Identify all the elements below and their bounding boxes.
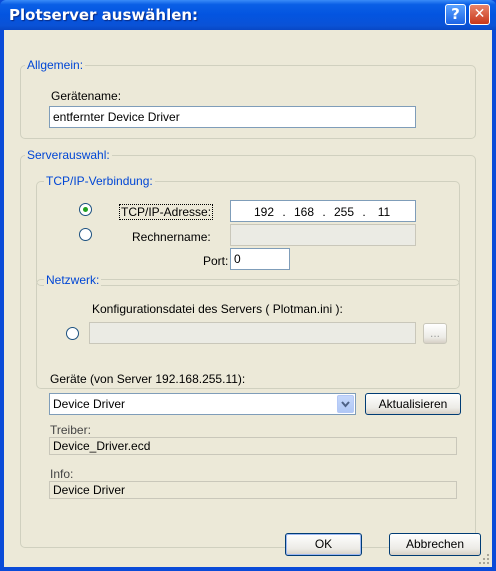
dialog-body: Allgemein: Gerätename: entfernter Device…	[4, 30, 492, 567]
ip-octet-2: 168	[293, 205, 315, 219]
dialog-title: Plotserver auswählen:	[9, 6, 199, 24]
rechnername-input[interactable]	[230, 224, 416, 246]
geraete-select-value: Device Driver	[53, 397, 126, 411]
browse-button[interactable]: ...	[423, 323, 447, 344]
ok-button[interactable]: OK	[285, 533, 362, 556]
config-file-input[interactable]	[89, 322, 416, 344]
chevron-down-icon[interactable]	[337, 395, 354, 413]
port-input[interactable]: 0	[230, 248, 290, 270]
ip-address-input[interactable]: 192 . 168 . 255 . 11	[230, 200, 416, 222]
resize-grip-icon[interactable]	[478, 553, 490, 565]
config-file-label: Konfigurationsdatei des Servers ( Plotma…	[92, 302, 343, 316]
geraetename-input[interactable]: entfernter Device Driver	[49, 106, 416, 128]
netzwerk-radio[interactable]	[66, 327, 79, 340]
help-icon[interactable]: ?	[445, 4, 466, 25]
dialog-window: Plotserver auswählen: ? ✕ Allgemein: Ger…	[0, 0, 496, 571]
ip-octet-3: 255	[333, 205, 355, 219]
group-tcpip-legend: TCP/IP-Verbindung:	[44, 174, 155, 188]
rechnername-label: Rechnername:	[132, 230, 211, 244]
aktualisieren-button[interactable]: Aktualisieren	[365, 393, 461, 415]
title-bar[interactable]: Plotserver auswählen: ? ✕	[0, 0, 496, 30]
treiber-value: Device_Driver.ecd	[49, 437, 457, 455]
close-icon[interactable]: ✕	[469, 4, 490, 25]
info-label: Info:	[50, 467, 74, 481]
tcpip-address-label: TCP/IP-Adresse:	[119, 204, 214, 220]
treiber-label: Treiber:	[50, 423, 91, 437]
geraete-select[interactable]: Device Driver	[49, 393, 356, 415]
port-label: Port:	[203, 254, 229, 268]
group-allgemein-legend: Allgemein:	[25, 58, 86, 72]
ip-octet-1: 192	[253, 205, 275, 219]
radio-selected-dot	[83, 207, 88, 212]
geraetename-label: Gerätename:	[51, 89, 122, 103]
ip-octet-4: 11	[377, 205, 391, 219]
info-value: Device Driver	[49, 481, 457, 499]
cancel-button[interactable]: Abbrechen	[389, 533, 481, 556]
group-netzwerk-legend: Netzwerk:	[44, 273, 102, 287]
group-serverauswahl-legend: Serverauswahl:	[25, 148, 112, 162]
tcpip-address-radio[interactable]	[79, 203, 92, 216]
geraete-label: Geräte (von Server 192.168.255.11):	[50, 372, 246, 386]
rechnername-radio[interactable]	[79, 228, 92, 241]
